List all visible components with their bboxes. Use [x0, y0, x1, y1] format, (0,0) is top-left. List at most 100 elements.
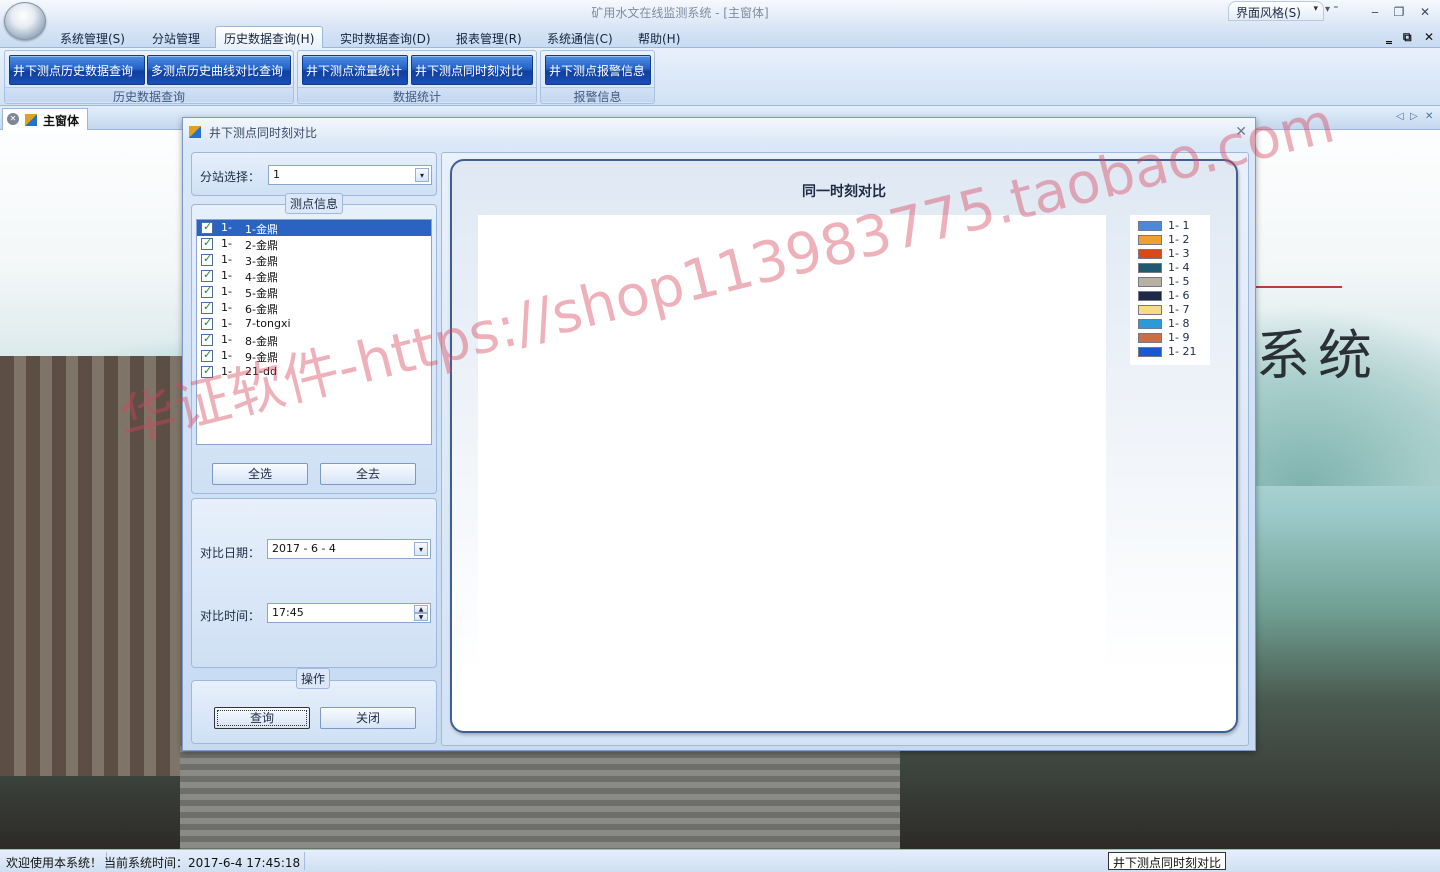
legend-swatch: [1138, 263, 1162, 273]
legend-swatch: [1138, 305, 1162, 315]
tab-report-management[interactable]: 报表管理(R): [448, 27, 530, 48]
list-item[interactable]: 1-4-金鼎: [197, 268, 431, 284]
close-icon[interactable]: ✕: [1425, 111, 1433, 122]
status-system-time: 当前系统时间：2017-6-4 17:45:18: [100, 852, 306, 870]
mdi-close-button[interactable]: ✕: [1424, 30, 1434, 44]
list-item[interactable]: 1-8-金鼎: [197, 332, 431, 348]
application-orb-button[interactable]: [4, 2, 46, 40]
window-icon: [25, 114, 37, 126]
legend-swatch: [1138, 277, 1162, 287]
station-label: 分站选择：: [200, 170, 261, 184]
ribbon-group-statistics: 井下测点流量统计 井下测点同时刻对比 数据统计: [297, 50, 537, 104]
operations-caption: 操作: [296, 668, 331, 689]
operations-group: 查询 关闭: [191, 680, 437, 744]
list-item[interactable]: 1-9-金鼎: [197, 348, 431, 364]
station-select[interactable]: 1 ▾: [268, 165, 432, 185]
checkbox[interactable]: [201, 364, 213, 378]
tab-station-management[interactable]: 分站管理: [144, 27, 208, 48]
close-icon[interactable]: ✕: [7, 113, 19, 125]
legend-swatch: [1138, 249, 1162, 259]
quick-access-more-icon[interactable]: ▾ ⁼: [1325, 4, 1338, 15]
legend-swatch: [1138, 319, 1162, 329]
date-label: 对比日期：: [200, 546, 261, 560]
checkbox[interactable]: [201, 332, 213, 346]
checkbox[interactable]: [201, 220, 213, 234]
chevron-down-icon[interactable]: ▾: [414, 542, 428, 556]
window-icon: [189, 126, 201, 138]
same-time-compare-dialog: 井下测点同时刻对比 ✕ 分站选择： 1 ▾ 1-1-金鼎 1-2-金鼎 1-3-…: [182, 117, 1256, 751]
chart-plot-area: [478, 215, 1106, 715]
mdi-tab-main[interactable]: ✕ 主窗体: [2, 108, 88, 130]
background-steps: [180, 746, 900, 849]
history-data-query-button[interactable]: 井下测点历史数据查询: [9, 55, 145, 85]
list-item[interactable]: 1-6-金鼎: [197, 300, 431, 316]
checkbox[interactable]: [201, 348, 213, 362]
checkbox[interactable]: [201, 252, 213, 266]
window-title: 矿用水文在线监测系统 - [主窗体]: [591, 6, 769, 20]
ribbon-group-history: 井下测点历史数据查询 多测点历史曲线对比查询 历史数据查询: [4, 50, 294, 104]
station-group: 分站选择： 1 ▾: [191, 152, 437, 196]
alarm-info-button[interactable]: 井下测点报警信息: [545, 55, 651, 85]
tab-help[interactable]: 帮助(H): [630, 27, 688, 48]
time-label: 对比时间：: [200, 609, 261, 623]
status-bar: 欢迎使用本系统！ 当前系统时间：2017-6-4 17:45:18 井下测点同时…: [0, 849, 1440, 872]
time-spinner[interactable]: 17:45 ▲ ▼: [267, 603, 431, 623]
checkbox[interactable]: [201, 236, 213, 250]
legend-swatch: [1138, 235, 1162, 245]
list-item[interactable]: 1-5-金鼎: [197, 284, 431, 300]
restore-button[interactable]: ❐: [1388, 3, 1410, 21]
select-all-button[interactable]: 全选: [212, 463, 308, 485]
legend-swatch: [1138, 333, 1162, 343]
deselect-all-button[interactable]: 全去: [320, 463, 416, 485]
multi-point-curve-compare-button[interactable]: 多测点历史曲线对比查询: [147, 55, 291, 85]
tab-history-query[interactable]: 历史数据查询(H): [215, 26, 324, 49]
list-item[interactable]: 1-21-dd: [197, 364, 431, 380]
list-item[interactable]: 1-2-金鼎: [197, 236, 431, 252]
theme-menu[interactable]: 界面风格(S) ▾: [1228, 1, 1324, 21]
scroll-left-icon[interactable]: ◁: [1396, 111, 1404, 122]
points-group: 1-1-金鼎 1-2-金鼎 1-3-金鼎 1-4-金鼎 1-5-金鼎 1-6-金…: [191, 204, 437, 494]
spin-down-icon[interactable]: ▼: [414, 613, 428, 621]
list-item[interactable]: 1-7-tongxi: [197, 316, 431, 332]
background-building: [0, 356, 200, 776]
chevron-down-icon: ▾: [1313, 4, 1318, 14]
dialog-title: 井下测点同时刻对比: [209, 126, 318, 140]
checkbox[interactable]: [201, 316, 213, 330]
chevron-down-icon[interactable]: ▾: [415, 168, 429, 182]
scroll-right-icon[interactable]: ▷: [1410, 111, 1418, 122]
chart-card: 同一时刻对比 1- 1 1- 2 1- 3 1- 4 1- 5 1- 6 1- …: [450, 159, 1238, 733]
ribbon-panel: 井下测点历史数据查询 多测点历史曲线对比查询 历史数据查询 井下测点流量统计 井…: [0, 48, 1440, 106]
flow-statistics-button[interactable]: 井下测点流量统计: [302, 55, 408, 85]
spin-up-icon[interactable]: ▲: [414, 605, 428, 613]
chart-title: 同一时刻对比: [802, 184, 886, 200]
date-picker[interactable]: 2017 - 6 - 4 ▾: [267, 539, 431, 559]
mdi-tab-label: 主窗体: [43, 114, 80, 128]
query-button[interactable]: 查询: [214, 707, 310, 729]
ribbon-group-label: 历史数据查询: [5, 87, 293, 104]
list-item[interactable]: 1-1-金鼎: [197, 220, 431, 236]
chart-legend: 1- 1 1- 2 1- 3 1- 4 1- 5 1- 6 1- 7 1- 8 …: [1130, 215, 1210, 365]
date-value: 2017 - 6 - 4: [272, 542, 336, 555]
checkbox[interactable]: [201, 284, 213, 298]
same-time-compare-button[interactable]: 井下测点同时刻对比: [411, 55, 533, 85]
ribbon-group-alarm: 井下测点报警信息 报警信息: [540, 50, 655, 104]
list-item[interactable]: 1-3-金鼎: [197, 252, 431, 268]
dialog-close-button[interactable]: ✕: [1235, 124, 1247, 140]
dialog-title-bar: 井下测点同时刻对比 ✕: [183, 118, 1255, 146]
theme-menu-label: 界面风格(S): [1236, 6, 1301, 20]
checkbox[interactable]: [201, 268, 213, 282]
title-bar: 矿用水文在线监测系统 - [主窗体] 界面风格(S) ▾ ▾ ⁼ ‒ ❐ ✕: [0, 0, 1440, 24]
point-list[interactable]: 1-1-金鼎 1-2-金鼎 1-3-金鼎 1-4-金鼎 1-5-金鼎 1-6-金…: [196, 219, 432, 445]
mdi-restore-button[interactable]: ⧉: [1403, 30, 1412, 45]
close-button[interactable]: ✕: [1414, 3, 1436, 21]
checkbox[interactable]: [201, 300, 213, 314]
tab-realtime-query[interactable]: 实时数据查询(D): [332, 27, 439, 48]
tab-system-communication[interactable]: 系统通信(C): [539, 27, 621, 48]
ribbon-tab-bar: 系统管理(S) 分站管理 历史数据查询(H) 实时数据查询(D) 报表管理(R)…: [0, 24, 1440, 49]
mdi-minimize-button[interactable]: ‗: [1386, 30, 1392, 44]
status-current-task: 井下测点同时刻对比: [1108, 852, 1227, 870]
close-dialog-button[interactable]: 关闭: [320, 707, 416, 729]
tab-system-management[interactable]: 系统管理(S): [52, 27, 133, 48]
ribbon-group-label: 数据统计: [298, 87, 536, 104]
minimize-button[interactable]: ‒: [1364, 3, 1386, 21]
